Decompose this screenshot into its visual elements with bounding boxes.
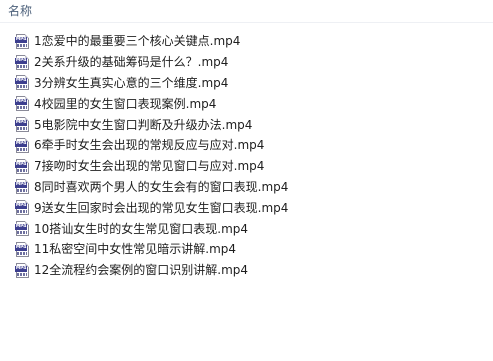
mp4-file-icon: MP4 <box>15 54 31 70</box>
file-row[interactable]: MP4 5电影院中女生窗口判断及升级办法.mp4 <box>0 114 493 135</box>
file-row[interactable]: MP4 1恋爱中的最重要三个核心关键点.mp4 <box>0 31 493 52</box>
file-row[interactable]: MP4 12全流程约会案例的窗口识别讲解.mp4 <box>0 260 493 281</box>
file-name: 4校园里的女生窗口表现案例.mp4 <box>34 96 217 111</box>
mp4-file-icon: MP4 <box>15 221 31 237</box>
mp4-icon-tag: MP4 <box>15 203 27 210</box>
file-name: 7接吻时女生会出现的常见窗口与应对.mp4 <box>34 159 265 174</box>
file-row[interactable]: MP4 3分辨女生真实心意的三个维度.mp4 <box>0 73 493 94</box>
file-name: 3分辨女生真实心意的三个维度.mp4 <box>34 75 229 90</box>
mp4-file-icon: MP4 <box>15 75 31 91</box>
file-row[interactable]: MP4 7接吻时女生会出现的常见窗口与应对.mp4 <box>0 156 493 177</box>
mp4-icon-tag: MP4 <box>15 140 27 147</box>
file-name: 2关系升级的基础筹码是什么？.mp4 <box>34 55 229 70</box>
mp4-file-icon: MP4 <box>15 96 31 112</box>
file-row[interactable]: MP4 9送女生回家时会出现的常见女生窗口表现.mp4 <box>0 197 493 218</box>
mp4-file-icon: MP4 <box>15 33 31 49</box>
mp4-icon-tag: MP4 <box>15 99 27 106</box>
mp4-icon-tag: MP4 <box>15 36 27 43</box>
file-name: 8同时喜欢两个男人的女生会有的窗口表现.mp4 <box>34 179 289 194</box>
mp4-icon-tag: MP4 <box>15 57 27 64</box>
file-list: MP4 1恋爱中的最重要三个核心关键点.mp4 MP4 2关系升级的基础筹码是什么？.… <box>0 31 493 281</box>
file-name: 1恋爱中的最重要三个核心关键点.mp4 <box>34 34 241 49</box>
file-row[interactable]: MP4 10搭讪女生时的女生常见窗口表现.mp4 <box>0 218 493 239</box>
file-list-header: 名称 <box>0 0 493 23</box>
file-name: 12全流程约会案例的窗口识别讲解.mp4 <box>34 263 249 278</box>
name-column-header[interactable]: 名称 <box>8 3 32 19</box>
mp4-icon-tag: MP4 <box>15 182 27 189</box>
file-name: 9送女生回家时会出现的常见女生窗口表现.mp4 <box>34 200 289 215</box>
mp4-icon-tag: MP4 <box>15 244 27 251</box>
mp4-file-icon: MP4 <box>15 262 31 278</box>
mp4-file-icon: MP4 <box>15 200 31 216</box>
mp4-file-icon: MP4 <box>15 158 31 174</box>
mp4-icon-tag: MP4 <box>15 224 27 231</box>
file-row[interactable]: MP4 6牵手时女生会出现的常规反应与应对.mp4 <box>0 135 493 156</box>
file-row[interactable]: MP4 4校园里的女生窗口表现案例.mp4 <box>0 93 493 114</box>
file-row[interactable]: MP4 8同时喜欢两个男人的女生会有的窗口表现.mp4 <box>0 177 493 198</box>
mp4-icon-tag: MP4 <box>15 161 27 168</box>
mp4-file-icon: MP4 <box>15 241 31 257</box>
file-name: 6牵手时女生会出现的常规反应与应对.mp4 <box>34 138 265 153</box>
mp4-file-icon: MP4 <box>15 179 31 195</box>
file-name: 10搭讪女生时的女生常见窗口表现.mp4 <box>34 221 249 236</box>
file-row[interactable]: MP4 11私密空间中女性常见暗示讲解.mp4 <box>0 239 493 260</box>
file-name: 5电影院中女生窗口判断及升级办法.mp4 <box>34 117 253 132</box>
mp4-file-icon: MP4 <box>15 137 31 153</box>
file-row[interactable]: MP4 2关系升级的基础筹码是什么？.mp4 <box>0 52 493 73</box>
mp4-icon-tag: MP4 <box>15 78 27 85</box>
mp4-file-icon: MP4 <box>15 117 31 133</box>
mp4-icon-tag: MP4 <box>15 120 27 127</box>
mp4-icon-tag: MP4 <box>15 265 27 272</box>
file-name: 11私密空间中女性常见暗示讲解.mp4 <box>34 242 237 257</box>
